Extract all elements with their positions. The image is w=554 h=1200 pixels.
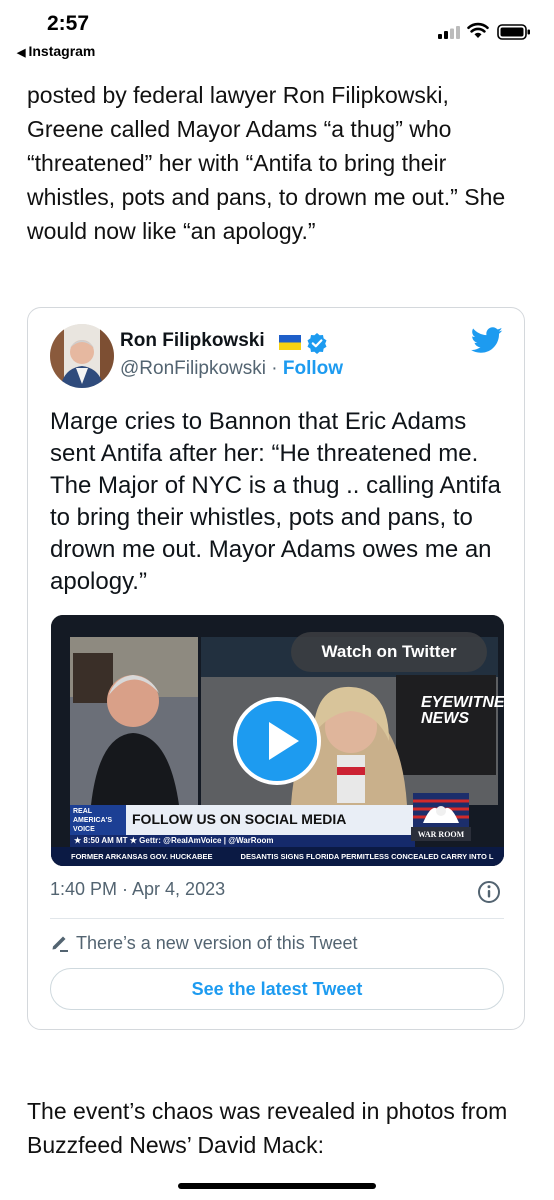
avatar[interactable] [50,324,114,388]
see-latest-tweet-button[interactable]: See the latest Tweet [50,968,504,1010]
embedded-tweet-card[interactable]: Ron Filipkowski @RonFilipkowski · Follow… [27,307,525,1030]
back-arrow-icon: ◀ [17,47,26,59]
war-room-eagle-logo: WAR ROOM [411,793,471,841]
new-version-notice: There’s a new version of this Tweet [50,932,357,954]
video-ticker: FORMER ARKANSAS GOV. HUCKABEE DESANTIS SI… [51,847,504,866]
eyewitness-news-logo: EYEWITNESS NEWS [421,694,504,727]
info-icon[interactable] [477,880,501,904]
video-lower-third: REAL AMERICA'S VOICE FOLLOW US ON SOCIAL… [70,805,415,835]
article-paragraph-2: The event’s chaos was revealed in photos… [27,1098,508,1158]
tweet-video[interactable]: EYEWITNESS NEWS Watch on Twitter REAL AM… [51,615,504,866]
wifi-icon [467,22,489,38]
author-handle[interactable]: @RonFilipkowski [120,358,266,379]
network-logo: REAL AMERICA'S VOICE [70,805,126,835]
tweet-timestamp[interactable]: 1:40 PM · Apr 4, 2023 [50,879,225,900]
ticker-right: DESANTIS SIGNS FLORIDA PERMITLESS CONCEA… [240,852,494,861]
back-label: Instagram [28,43,96,59]
battery-icon [497,24,530,40]
ukraine-flag-icon [279,335,301,350]
war-room-text: WAR ROOM [418,830,465,839]
play-button[interactable] [233,697,321,785]
twitter-bird-icon[interactable] [471,327,503,354]
watch-on-twitter-button[interactable]: Watch on Twitter [291,632,487,672]
article-paragraph: posted by federal lawyer Ron Filipkowski… [27,82,506,244]
lower-third-subtext: ★ 8:50 AM MT ★ Gettr: @RealAmVoice | @Wa… [70,835,415,847]
verified-badge-icon [307,333,327,354]
lower-third-text: FOLLOW US ON SOCIAL MEDIA [132,811,347,827]
cellular-signal-icon [438,26,460,39]
pencil-icon [52,936,68,952]
tweet-text: Marge cries to Bannon that Eric Adams se… [50,408,501,595]
new-version-text: There’s a new version of this Tweet [76,933,358,953]
author-name[interactable]: Ron Filipkowski [120,330,265,352]
status-time: 2:57 [47,12,90,35]
status-bar: 2:57 ◀ Instagram [0,0,554,64]
divider [50,918,504,919]
handle-separator: · [271,358,278,379]
follow-link[interactable]: Follow [283,358,343,379]
author-handle-line: @RonFilipkowski · Follow [120,358,343,380]
back-to-app-link[interactable]: ◀ Instagram [17,43,95,59]
ticker-left: FORMER ARKANSAS GOV. HUCKABEE [71,852,213,861]
home-indicator[interactable] [178,1183,376,1189]
